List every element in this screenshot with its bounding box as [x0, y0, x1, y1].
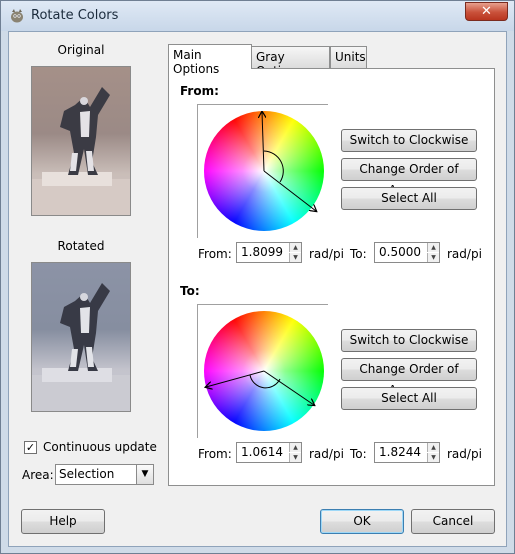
- to-to-spinbox[interactable]: 1.8244 ▲ ▼: [374, 442, 440, 463]
- to-switch-clockwise-button[interactable]: Switch to Clockwise: [341, 329, 477, 352]
- tab-gray-options[interactable]: Gray Options: [251, 46, 330, 78]
- spin-up-icon[interactable]: ▲: [289, 443, 301, 452]
- to-arrows[interactable]: [204, 311, 324, 431]
- rotated-preview-image: [31, 262, 131, 412]
- robot-figure-image: [32, 87, 130, 215]
- title-bar: Rotate Colors ✕: [1, 1, 514, 31]
- spin-down-icon[interactable]: ▼: [289, 253, 301, 262]
- to-section-title: To:: [180, 284, 200, 298]
- area-value: Selection: [59, 467, 115, 481]
- from-unit-label: rad/pi: [309, 247, 344, 261]
- close-icon: ✕: [481, 4, 492, 19]
- area-select[interactable]: Selection ▼: [55, 464, 154, 485]
- from-from-spinbox[interactable]: 1.8099 ▲ ▼: [236, 242, 302, 263]
- from-to-label: To:: [350, 247, 367, 261]
- spin-down-icon[interactable]: ▼: [427, 253, 439, 262]
- to-unit-label: rad/pi: [447, 247, 482, 261]
- ok-button[interactable]: OK: [320, 509, 404, 534]
- to-from-label: From:: [198, 447, 232, 461]
- help-button[interactable]: Help: [21, 509, 105, 534]
- to-to-label: To:: [350, 447, 367, 461]
- spin-up-icon[interactable]: ▲: [427, 443, 439, 452]
- spin-down-icon[interactable]: ▼: [289, 453, 301, 462]
- from-switch-clockwise-button[interactable]: Switch to Clockwise: [341, 129, 477, 152]
- from-change-order-button[interactable]: Change Order of Arrows: [341, 158, 477, 197]
- rotate-colors-dialog: Rotate Colors ✕ Original Rotated ✓ Conti…: [0, 0, 515, 554]
- from-section-title: From:: [180, 84, 219, 98]
- to-to-unit-label: rad/pi: [447, 447, 482, 461]
- window-title: Rotate Colors: [31, 8, 119, 23]
- to-select-all-button[interactable]: Select All: [341, 387, 477, 410]
- rotated-label: Rotated: [57, 239, 105, 253]
- to-to-value: 1.8244: [379, 445, 421, 459]
- cancel-button[interactable]: Cancel: [411, 509, 495, 534]
- to-change-order-button[interactable]: Change Order of Arrows: [341, 358, 477, 397]
- continuous-update-checkbox[interactable]: ✓: [24, 441, 37, 454]
- from-from-value: 1.8099: [241, 245, 283, 259]
- spin-up-icon[interactable]: ▲: [289, 243, 301, 252]
- tab-label: Main Options: [173, 48, 220, 76]
- chevron-down-icon[interactable]: ▼: [136, 465, 153, 484]
- gimp-icon: [11, 9, 23, 23]
- spin-up-icon[interactable]: ▲: [427, 243, 439, 252]
- from-from-label: From:: [198, 247, 232, 261]
- dialog-body: Original Rotated ✓ Continuous update Are…: [8, 31, 507, 547]
- original-preview-image: [31, 66, 131, 216]
- to-from-unit-label: rad/pi: [309, 447, 344, 461]
- tab-label: Units: [335, 50, 366, 64]
- tab-units[interactable]: Units: [330, 46, 367, 68]
- to-from-spinbox[interactable]: 1.0614 ▲ ▼: [236, 442, 302, 463]
- tab-main-options[interactable]: Main Options: [168, 44, 252, 76]
- robot-figure-image: [32, 283, 130, 411]
- from-select-all-button[interactable]: Select All: [341, 187, 477, 210]
- area-label: Area:: [22, 468, 54, 482]
- check-icon: ✓: [25, 441, 36, 454]
- close-button[interactable]: ✕: [465, 2, 508, 21]
- to-from-value: 1.0614: [241, 445, 283, 459]
- from-to-value: 0.5000: [379, 245, 421, 259]
- original-label: Original: [57, 43, 105, 57]
- from-to-spinbox[interactable]: 0.5000 ▲ ▼: [374, 242, 440, 263]
- main-options-page: From: Switch to Clockwise Change Order o…: [168, 68, 495, 486]
- spin-down-icon[interactable]: ▼: [427, 453, 439, 462]
- continuous-update-label: Continuous update: [43, 440, 157, 454]
- from-arrows[interactable]: [204, 111, 324, 231]
